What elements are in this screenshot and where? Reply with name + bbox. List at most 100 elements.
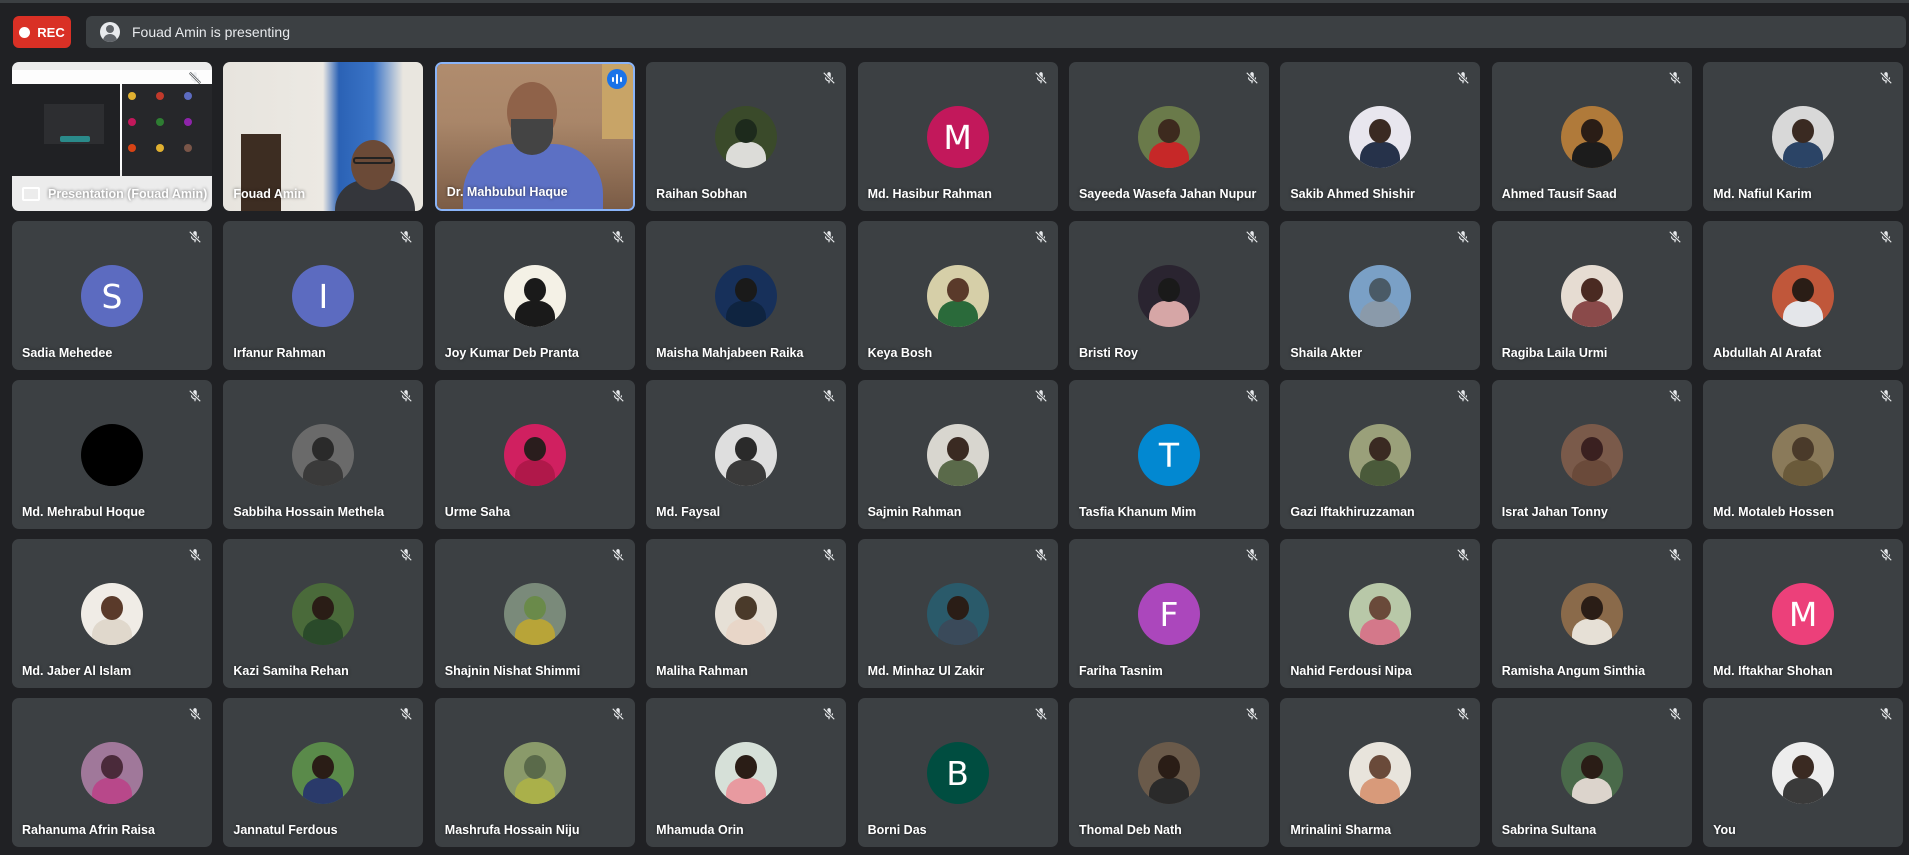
mic-off-icon <box>188 389 202 403</box>
participant-tile-rahanuma-afrin-raisa[interactable]: Rahanuma Afrin Raisa <box>12 698 212 847</box>
participant-tile-sabbiha-hossain-methela[interactable]: Sabbiha Hossain Methela <box>223 380 424 529</box>
participant-name: Mashrufa Hossain Niju <box>445 823 580 837</box>
participant-tile-keya-bosh[interactable]: Keya Bosh <box>857 221 1058 370</box>
mic-off-icon <box>1879 389 1893 403</box>
participant-name: Shaila Akter <box>1290 346 1362 360</box>
participant-name: Raihan Sobhan <box>656 187 747 201</box>
participant-tile-md-faysal[interactable]: Md. Faysal <box>646 380 847 529</box>
participant-tile-bristi-roy[interactable]: Bristi Roy <box>1068 221 1269 370</box>
participant-name-text: Kazi Samiha Rehan <box>233 664 349 678</box>
participant-tile-shaila-akter[interactable]: Shaila Akter <box>1280 221 1481 370</box>
participant-tile-ahmed-tausif-saad[interactable]: Ahmed Tausif Saad <box>1491 62 1692 211</box>
participant-name: Ragiba Laila Urmi <box>1502 346 1608 360</box>
participant-tile-abdullah-al-arafat[interactable]: Abdullah Al Arafat <box>1703 221 1904 370</box>
mic-off-icon <box>1668 389 1682 403</box>
avatar-photo <box>926 583 989 645</box>
participant-tile-ragiba-laila-urmi[interactable]: Ragiba Laila Urmi <box>1491 221 1692 370</box>
participant-tile-fouad-amin[interactable]: Fouad Amin <box>223 62 424 211</box>
avatar-photo <box>715 742 778 804</box>
participant-name: Abdullah Al Arafat <box>1713 346 1821 360</box>
mic-off-icon <box>188 230 202 244</box>
participant-tile-sayeeda-wasefa-jahan-nupur[interactable]: Sayeeda Wasefa Jahan Nupur <box>1068 62 1269 211</box>
participant-tile-sabrina-sultana[interactable]: Sabrina Sultana <box>1491 698 1692 847</box>
participant-name-text: Tasfia Khanum Mim <box>1078 505 1197 519</box>
participant-tile-jannatul-ferdous[interactable]: Jannatul Ferdous <box>223 698 424 847</box>
participant-tile-md-nafiul-karim[interactable]: Md. Nafiul Karim <box>1703 62 1904 211</box>
participant-tile-dr-mahbubul-haque[interactable]: Dr. Mahbubul Haque <box>434 62 635 211</box>
avatar-photo <box>715 583 778 645</box>
participant-tile-fariha-tasnim[interactable]: F Fariha Tasnim <box>1068 539 1269 688</box>
participant-name-text: Maisha Mahjabeen Raika <box>656 346 804 360</box>
participant-name-text: Thomal Deb Nath <box>1078 823 1182 837</box>
avatar-letter: B <box>946 753 969 793</box>
participant-name: Keya Bosh <box>868 346 933 360</box>
participant-tile-sajmin-rahman[interactable]: Sajmin Rahman <box>857 380 1058 529</box>
participant-tile-ramisha-angum-sinthia[interactable]: Ramisha Angum Sinthia <box>1491 539 1692 688</box>
participant-name-text: Borni Das <box>867 823 927 837</box>
avatar: S <box>81 265 143 327</box>
mic-off-icon <box>611 230 625 244</box>
participant-tile-maisha-mahjabeen-raika[interactable]: Maisha Mahjabeen Raika <box>646 221 847 370</box>
avatar-photo <box>926 424 989 486</box>
rec-label: REC <box>37 24 65 40</box>
participant-tile-maliha-rahman[interactable]: Maliha Rahman <box>646 539 847 688</box>
participant-name-text: Md. Mehrabul Hoque <box>22 505 145 519</box>
participant-tile-mashrufa-hossain-niju[interactable]: Mashrufa Hossain Niju <box>434 698 635 847</box>
mic-off-icon <box>1034 71 1048 85</box>
avatar-photo <box>1560 265 1623 327</box>
participant-tile-nahid-ferdousi-nipa[interactable]: Nahid Ferdousi Nipa <box>1280 539 1481 688</box>
participant-name-text: Md. Nafiul Karim <box>1713 187 1812 201</box>
participant-tile-mhamuda-orin[interactable]: Mhamuda Orin <box>646 698 847 847</box>
participant-tile-shajnin-nishat-shimmi[interactable]: Shajnin Nishat Shimmi <box>434 539 635 688</box>
participant-name: Md. Jaber Al Islam <box>22 664 131 678</box>
participant-tile-borni-das[interactable]: B Borni Das <box>857 698 1058 847</box>
avatar-letter: T <box>1158 435 1180 475</box>
mic-off-icon <box>611 707 625 721</box>
participant-tile-md-iftakhar-shohan[interactable]: M Md. Iftakhar Shohan <box>1703 539 1904 688</box>
participant-tile-md-jaber-al-islam[interactable]: Md. Jaber Al Islam <box>12 539 212 688</box>
participant-name: Maliha Rahman <box>656 664 748 678</box>
participant-tile-kazi-samiha-rehan[interactable]: Kazi Samiha Rehan <box>223 539 424 688</box>
participant-tile-urme-saha[interactable]: Urme Saha <box>434 380 635 529</box>
avatar-photo <box>926 265 989 327</box>
participant-tile-mrinalini-sharma[interactable]: Mrinalini Sharma <box>1280 698 1481 847</box>
participant-name: Bristi Roy <box>1079 346 1138 360</box>
participant-tile-md-mehrabul-hoque[interactable]: Md. Mehrabul Hoque <box>12 380 212 529</box>
participant-tile-md-minhaz-ul-zakir[interactable]: Md. Minhaz Ul Zakir <box>857 539 1058 688</box>
avatar-photo <box>503 742 566 804</box>
participant-name-text: Sadia Mehedee <box>22 346 113 360</box>
participant-tile-joy-kumar-deb-pranta[interactable]: Joy Kumar Deb Pranta <box>434 221 635 370</box>
mic-off-icon <box>399 389 413 403</box>
participant-tile-israt-jahan-tonny[interactable]: Israt Jahan Tonny <box>1491 380 1692 529</box>
mic-off-icon <box>1879 71 1893 85</box>
participant-name-text: Israt Jahan Tonny <box>1501 505 1608 519</box>
participant-name-text: You <box>1713 823 1736 837</box>
mic-off-icon <box>1879 707 1893 721</box>
recording-indicator: REC <box>13 16 71 48</box>
participant-tile-sakib-ahmed-shishir[interactable]: Sakib Ahmed Shishir <box>1280 62 1481 211</box>
participant-name-text: Shajnin Nishat Shimmi <box>444 664 581 678</box>
participant-tile-irfanur-rahman[interactable]: I Irfanur Rahman <box>223 221 424 370</box>
participant-tile-raihan-sobhan[interactable]: Raihan Sobhan <box>646 62 847 211</box>
avatar-photo <box>1560 106 1623 168</box>
participant-tile-thomal-deb-nath[interactable]: Thomal Deb Nath <box>1068 698 1269 847</box>
participant-tile-md-motaleb-hossen[interactable]: Md. Motaleb Hossen <box>1703 380 1904 529</box>
participant-tile-md-hasibur-rahman[interactable]: M Md. Hasibur Rahman <box>857 62 1058 211</box>
mic-off-icon <box>1034 707 1048 721</box>
participant-tile-sadia-mehedee[interactable]: S Sadia Mehedee <box>12 221 212 370</box>
participant-tile-you[interactable]: You <box>1703 698 1904 847</box>
avatar-photo <box>292 583 355 645</box>
presenting-banner[interactable]: Fouad Amin is presenting <box>86 16 1906 48</box>
participant-name-text: Sabbiha Hossain Methela <box>233 505 385 519</box>
mic-off-icon <box>188 548 202 562</box>
avatar-letter: I <box>318 276 329 316</box>
participant-name-text: Nahid Ferdousi Nipa <box>1290 664 1412 678</box>
participant-tile-gazi-iftakhiruzzaman[interactable]: Gazi Iftakhiruzzaman <box>1280 380 1481 529</box>
participant-name: Dr. Mahbubul Haque <box>447 185 568 199</box>
mic-off-icon <box>1034 548 1048 562</box>
mic-off-icon <box>1245 230 1259 244</box>
participant-name-text: Md. Minhaz Ul Zakir <box>867 664 985 678</box>
participant-tile-presentation-fouad-amin[interactable]: Presentation (Fouad Amin) <box>12 62 212 211</box>
participant-name: Thomal Deb Nath <box>1079 823 1182 837</box>
participant-tile-tasfia-khanum-mim[interactable]: T Tasfia Khanum Mim <box>1068 380 1269 529</box>
